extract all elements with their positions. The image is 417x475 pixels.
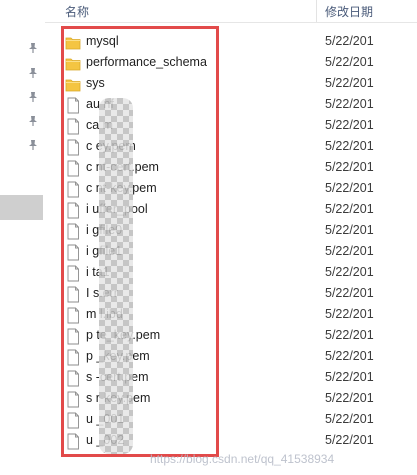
file-date: 5/22/201 — [325, 223, 374, 237]
column-name-header[interactable]: 名称 — [65, 3, 89, 20]
pin-icon[interactable] — [27, 115, 39, 127]
file-name: performance_schema — [86, 55, 207, 69]
file-date: 5/22/201 — [325, 97, 374, 111]
folder-icon — [65, 34, 81, 51]
pin-icon[interactable] — [27, 91, 39, 103]
file-date: 5/22/201 — [325, 370, 374, 384]
file-date: 5/22/201 — [325, 391, 374, 405]
file-icon — [65, 412, 81, 429]
file-date: 5/22/201 — [325, 349, 374, 363]
file-row[interactable]: performance_schema 5/22/201 — [65, 53, 405, 74]
watermark: https://blog.csdn.net/qq_41538934 — [150, 452, 335, 466]
file-date: 5/22/201 — [325, 118, 374, 132]
file-date: 5/22/201 — [325, 265, 374, 279]
pin-icon[interactable] — [27, 139, 39, 151]
navigation-pane — [0, 0, 45, 475]
file-date: 5/22/201 — [325, 55, 374, 69]
column-divider[interactable] — [316, 0, 317, 22]
file-date: 5/22/201 — [325, 286, 374, 300]
file-date: 5/22/201 — [325, 160, 374, 174]
file-icon — [65, 370, 81, 387]
file-name: sys — [86, 76, 105, 90]
file-name: mysql — [86, 34, 119, 48]
file-icon — [65, 223, 81, 240]
censor-mosaic — [99, 98, 133, 454]
file-date: 5/22/201 — [325, 76, 374, 90]
file-date: 5/22/201 — [325, 181, 374, 195]
file-icon — [65, 97, 81, 114]
file-icon — [65, 391, 81, 408]
file-icon — [65, 433, 81, 450]
file-icon — [65, 244, 81, 261]
file-date: 5/22/201 — [325, 34, 374, 48]
file-icon — [65, 160, 81, 177]
file-icon — [65, 139, 81, 156]
file-date: 5/22/201 — [325, 412, 374, 426]
pin-icon[interactable] — [27, 67, 39, 79]
file-row[interactable]: mysql 5/22/201 — [65, 32, 405, 53]
file-icon — [65, 265, 81, 282]
file-date: 5/22/201 — [325, 328, 374, 342]
nav-selected-item[interactable] — [0, 195, 43, 220]
file-date: 5/22/201 — [325, 433, 374, 447]
file-icon — [65, 286, 81, 303]
column-header: 名称 修改日期 — [45, 0, 417, 23]
column-date-header[interactable]: 修改日期 — [325, 3, 373, 20]
file-date: 5/22/201 — [325, 307, 374, 321]
file-icon — [65, 202, 81, 219]
file-date: 5/22/201 — [325, 244, 374, 258]
folder-icon — [65, 55, 81, 72]
file-date: 5/22/201 — [325, 202, 374, 216]
file-icon — [65, 328, 81, 345]
file-icon — [65, 349, 81, 366]
file-icon — [65, 307, 81, 324]
file-icon — [65, 118, 81, 135]
folder-icon — [65, 76, 81, 93]
pin-icon[interactable] — [27, 42, 39, 54]
file-icon — [65, 181, 81, 198]
file-date: 5/22/201 — [325, 139, 374, 153]
file-row[interactable]: sys 5/22/201 — [65, 74, 405, 95]
